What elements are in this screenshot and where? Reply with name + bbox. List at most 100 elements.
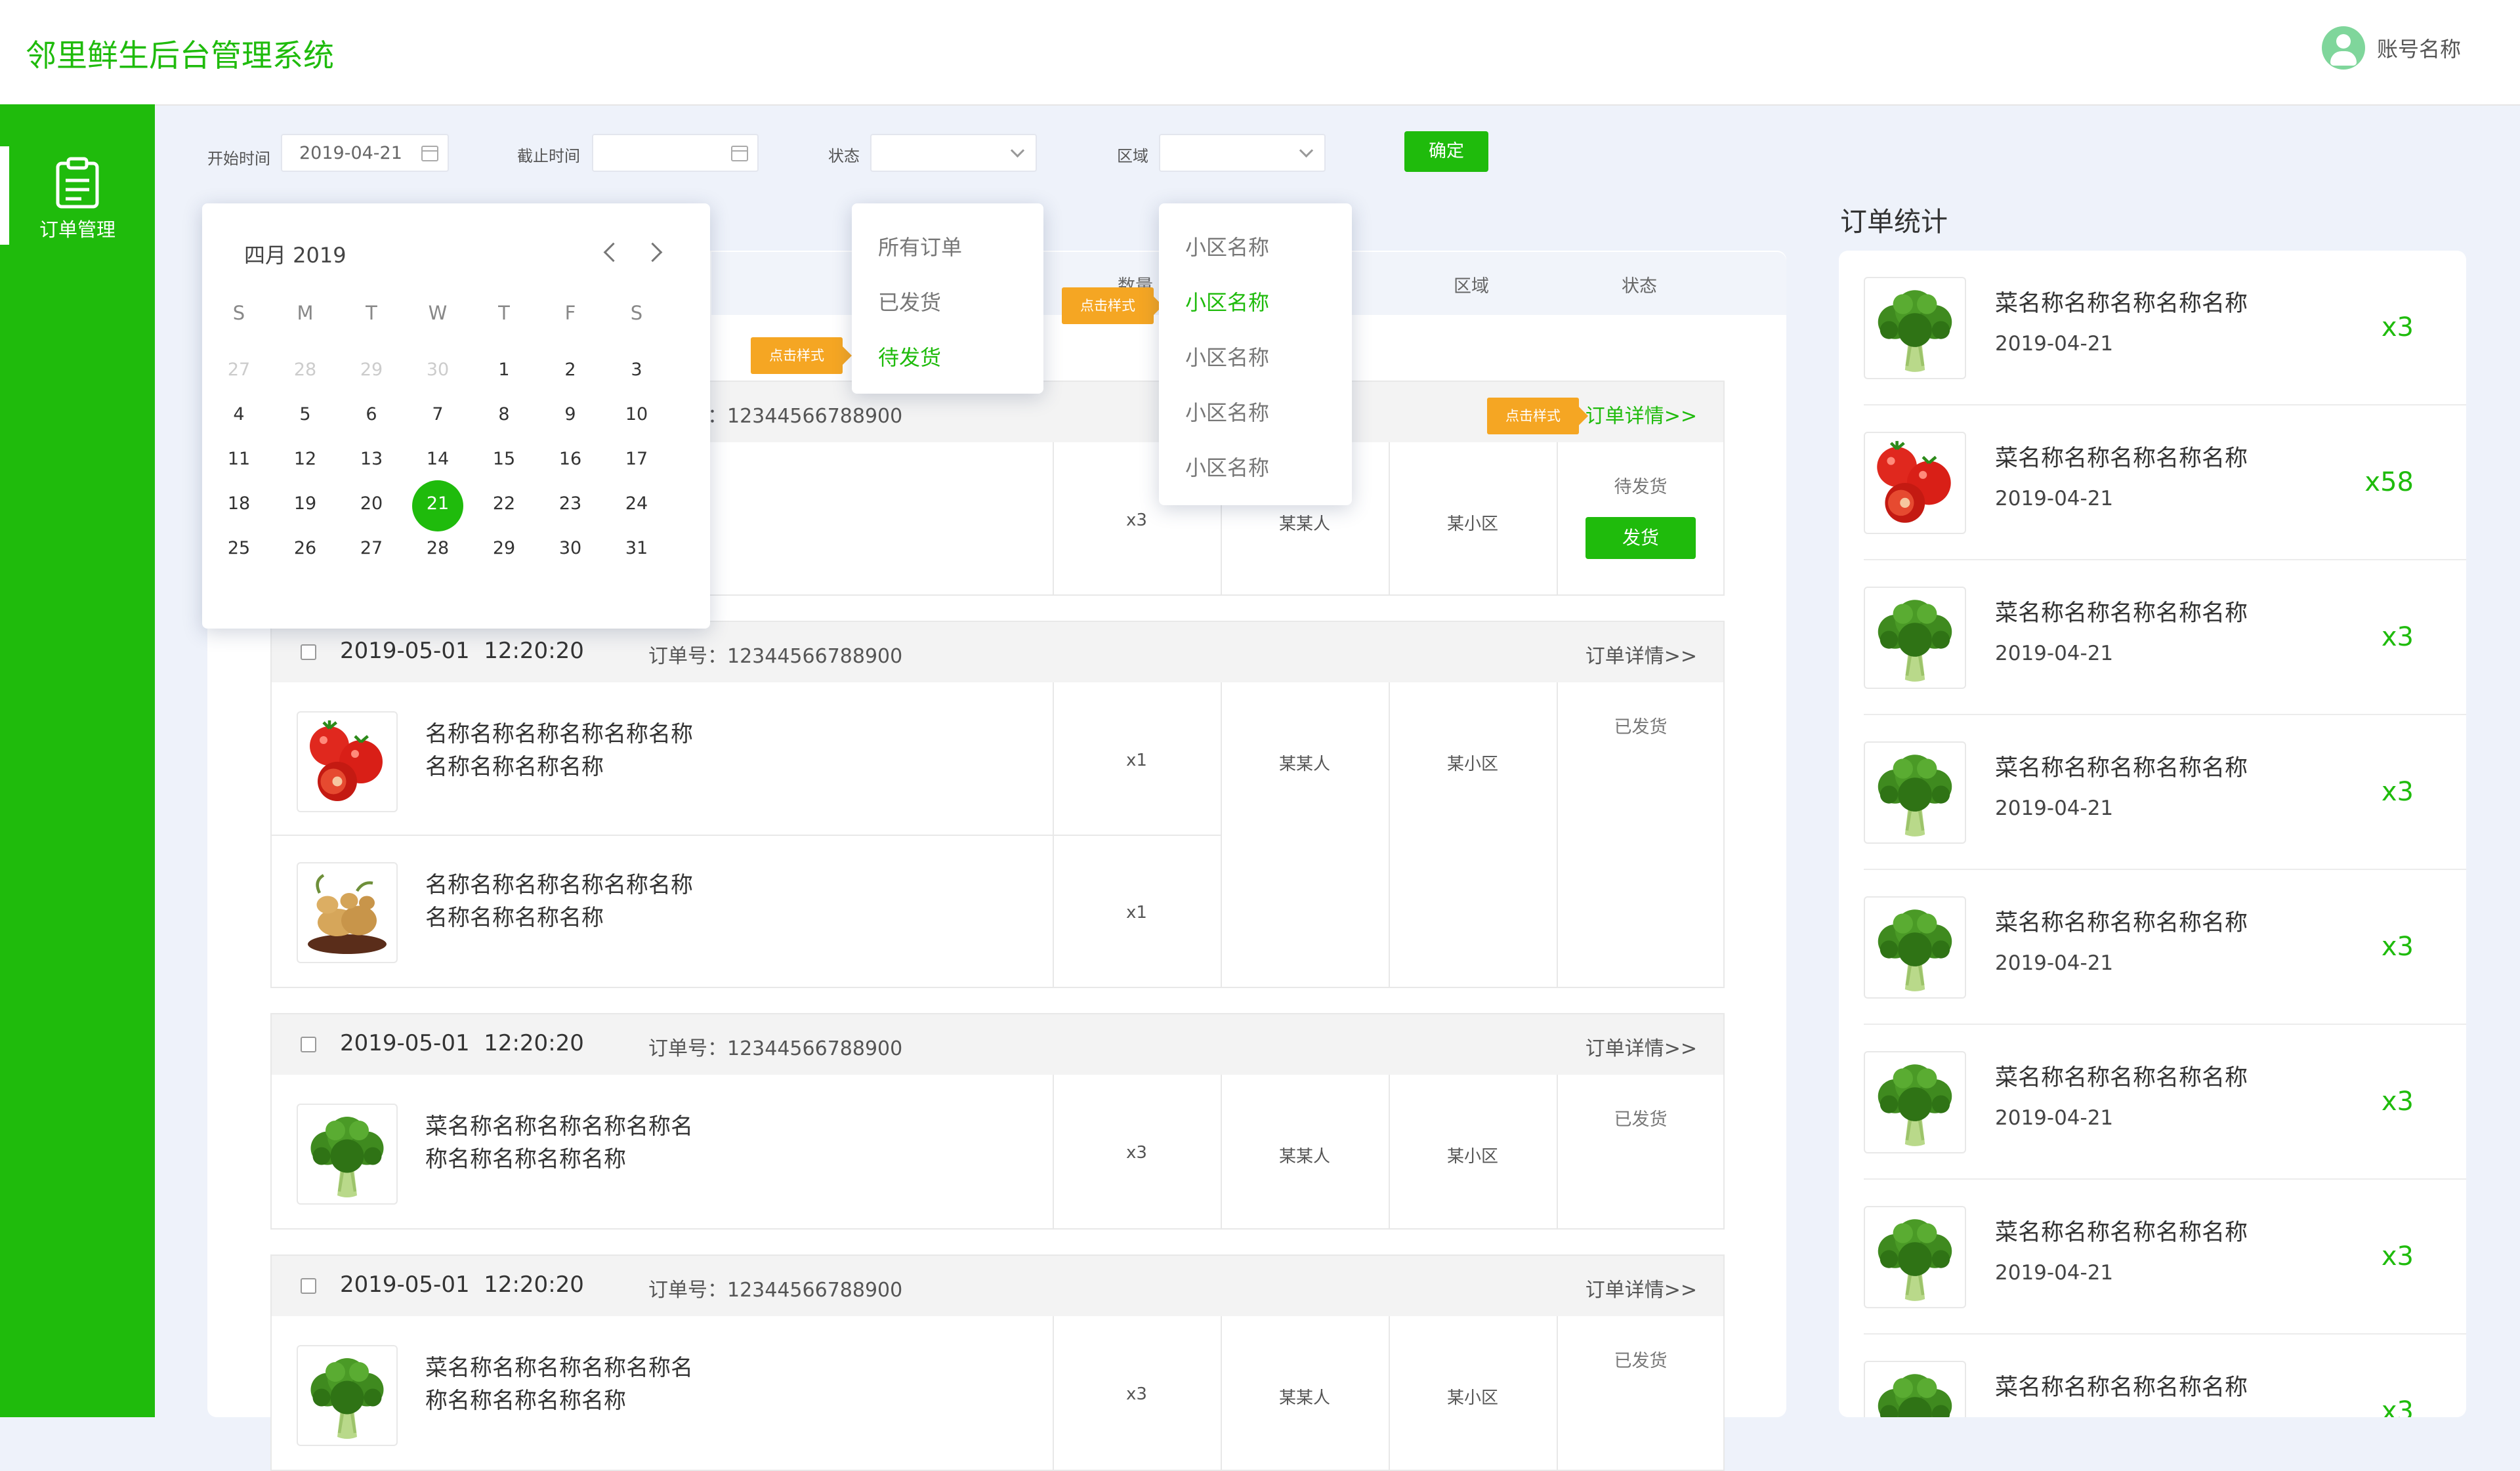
sidebar-item-orders[interactable]: 订单管理 [0, 146, 155, 245]
chevron-down-icon [1299, 143, 1314, 158]
region-filter-label: 区域 [1117, 147, 1148, 165]
broccoli-icon [1864, 1051, 1966, 1153]
region-option[interactable]: 小区名称 [1185, 341, 1269, 371]
stats-row: 菜名称名称名称名称名称 2019-04-21 x3 [1864, 870, 2466, 1025]
clipboard-icon [56, 157, 99, 209]
calendar-day[interactable]: 14 [405, 449, 471, 469]
calendar-weekday: T [366, 302, 377, 324]
calendar-day[interactable]: 18 [206, 493, 272, 514]
account-name[interactable]: 账号名称 [2377, 33, 2461, 63]
calendar-weekday: M [297, 302, 314, 324]
status-select[interactable] [870, 134, 1037, 172]
calendar-day-selected[interactable]: 21 [405, 493, 471, 514]
region-select[interactable] [1159, 134, 1326, 172]
calendar-day[interactable]: 8 [471, 404, 537, 425]
calendar-day[interactable]: 26 [272, 538, 338, 558]
calendar-weekday: S [630, 302, 643, 324]
calendar-day[interactable]: 22 [471, 493, 537, 514]
order-detail-link[interactable]: 订单详情>> [1586, 640, 1697, 669]
status-option-all[interactable]: 所有订单 [878, 231, 962, 261]
stats-panel: 菜名称名称名称名称名称 2019-04-21 x3 菜名称名称名称名称名称 2019-0… [1839, 251, 2466, 1417]
broccoli-icon [1864, 1206, 1966, 1308]
calendar-day[interactable]: 6 [339, 404, 404, 425]
calendar-day[interactable]: 17 [604, 449, 669, 469]
calendar-day[interactable]: 7 [405, 404, 471, 425]
calendar-day[interactable]: 12 [272, 449, 338, 469]
order-status: 已发货 [1614, 1109, 1668, 1130]
calendar-day[interactable]: 31 [604, 538, 669, 558]
calendar-day[interactable]: 13 [339, 449, 404, 469]
order-detail-link[interactable]: 订单详情>> [1586, 400, 1697, 428]
calendar-day[interactable]: 10 [604, 404, 669, 425]
col-status: 状态 [1622, 276, 1657, 297]
calendar-day[interactable]: 15 [471, 449, 537, 469]
order-buyer: 某某人 [1278, 514, 1330, 534]
order-buyer: 某某人 [1278, 755, 1330, 774]
account-menu[interactable]: 账号名称 [2321, 26, 2461, 70]
calendar-day[interactable]: 30 [537, 538, 603, 558]
calendar-day[interactable]: 30 [405, 360, 471, 380]
calendar-day[interactable]: 29 [471, 538, 537, 558]
order-checkbox[interactable] [301, 644, 316, 660]
calendar-day[interactable]: 5 [272, 404, 338, 425]
calendar-day[interactable]: 24 [604, 493, 669, 514]
status-option-shipped[interactable]: 已发货 [878, 286, 941, 316]
stats-product-name: 菜名称名称名称名称名称 [1995, 445, 2248, 472]
calendar-day[interactable]: 19 [272, 493, 338, 514]
calendar-day[interactable]: 28 [405, 538, 471, 558]
calendar-day[interactable]: 4 [206, 404, 272, 425]
stats-qty: x3 [2381, 1087, 2414, 1117]
region-option[interactable]: 小区名称 [1185, 286, 1269, 316]
stats-row: 菜名称名称名称名称名称 2019-04-21 x3 [1864, 1025, 2466, 1180]
confirm-button[interactable]: 确定 [1404, 131, 1488, 172]
end-date-input[interactable] [592, 134, 759, 172]
stats-product-name: 菜名称名称名称名称名称 [1995, 1375, 2248, 1401]
calendar-day[interactable]: 1 [471, 360, 537, 380]
order-status: 已发货 [1614, 717, 1668, 737]
calendar-day[interactable]: 29 [339, 360, 404, 380]
calendar-day[interactable]: 28 [272, 360, 338, 380]
order-number: 订单号：12344566788900 [648, 645, 903, 668]
stats-date: 2019-04-21 [1995, 1106, 2114, 1130]
calendar-day[interactable]: 11 [206, 449, 272, 469]
status-option-pending[interactable]: 待发货 [878, 341, 941, 371]
top-header: 邻里鲜生后台管理系统 账号名称 [0, 0, 2520, 106]
item-qty: x1 [1126, 903, 1147, 922]
avatar-icon[interactable] [2321, 26, 2365, 70]
calendar-day[interactable]: 25 [206, 538, 272, 558]
calendar-icon [731, 146, 748, 161]
order-checkbox[interactable] [301, 1278, 316, 1294]
ship-button[interactable]: 发货 [1586, 517, 1696, 559]
calendar-day[interactable]: 20 [339, 493, 404, 514]
order-checkbox[interactable] [301, 1037, 316, 1052]
region-option[interactable]: 小区名称 [1185, 451, 1269, 482]
order-region: 某小区 [1446, 1388, 1498, 1408]
calendar-day[interactable]: 16 [537, 449, 603, 469]
region-option[interactable]: 小区名称 [1185, 231, 1269, 261]
calendar-day[interactable]: 9 [537, 404, 603, 425]
order-detail-link[interactable]: 订单详情>> [1586, 1032, 1697, 1061]
order-date: 2019-05-01 12:20:20 [340, 1272, 584, 1298]
calendar-day[interactable]: 27 [339, 538, 404, 558]
item-qty: x3 [1126, 510, 1147, 530]
order-detail-link[interactable]: 订单详情>> [1586, 1274, 1697, 1302]
click-style-tag: 点击样式 [1487, 398, 1588, 434]
order-region: 某小区 [1446, 514, 1498, 534]
broccoli-icon [1864, 1361, 1966, 1417]
stats-qty: x3 [2381, 932, 2414, 962]
region-dropdown: 小区名称 小区名称 小区名称 小区名称 小区名称 [1159, 203, 1352, 505]
region-option[interactable]: 小区名称 [1185, 396, 1269, 426]
calendar-day[interactable]: 27 [206, 360, 272, 380]
calendar-weekday: S [232, 302, 245, 324]
stats-row: 菜名称名称名称名称名称 2019-04-21 x3 [1864, 715, 2466, 870]
order-buyer: 某某人 [1278, 1147, 1330, 1167]
calendar-day[interactable]: 23 [537, 493, 603, 514]
col-region: 区域 [1454, 276, 1489, 297]
start-date-input[interactable]: 2019-04-21 [281, 134, 449, 172]
end-date-label: 截止时间 [517, 147, 580, 165]
calendar-day[interactable]: 2 [537, 360, 603, 380]
chevron-right-icon[interactable] [642, 242, 663, 262]
chevron-left-icon[interactable] [603, 242, 623, 262]
calendar-day[interactable]: 3 [604, 360, 669, 380]
stats-date: 2019-04-21 [1995, 487, 2114, 510]
